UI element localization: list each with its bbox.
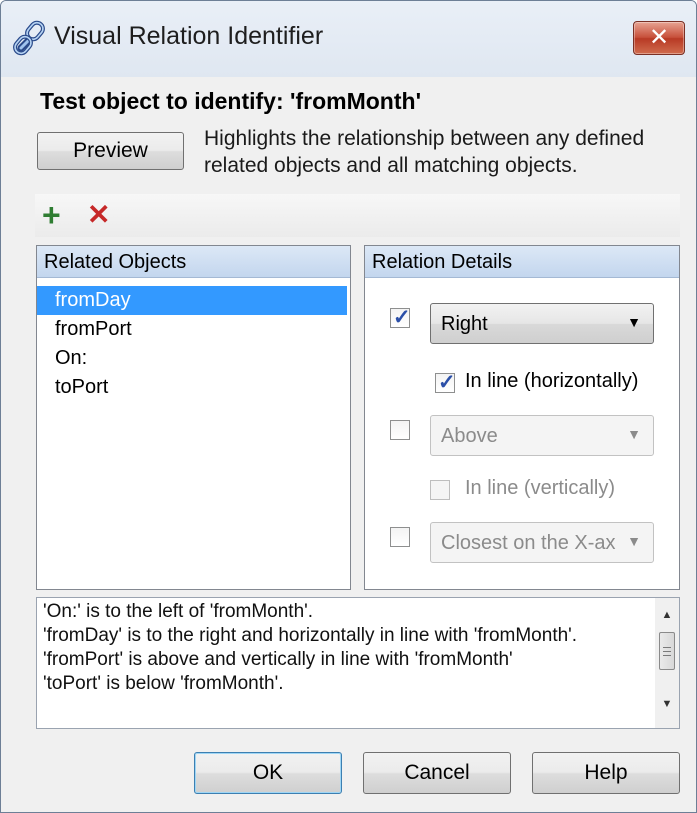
inline-vertically-checkbox[interactable] bbox=[430, 480, 450, 500]
list-item[interactable]: fromDay bbox=[37, 286, 347, 315]
cancel-button-label: Cancel bbox=[404, 761, 470, 784]
horizontal-relation-select[interactable]: Right ▼ bbox=[430, 303, 654, 344]
list-item[interactable]: toPort bbox=[37, 373, 347, 402]
checkmark-icon: ✓ bbox=[438, 371, 456, 394]
dialog-window: Visual Relation Identifier ✕ Test object… bbox=[0, 0, 697, 813]
summary-scrollbar[interactable]: ▲ ▼ bbox=[655, 598, 679, 728]
grip-line bbox=[663, 651, 671, 652]
closest-relation-checkbox[interactable] bbox=[390, 527, 410, 547]
summary-line: 'fromDay' is to the right and horizontal… bbox=[43, 625, 578, 646]
close-button[interactable]: ✕ bbox=[633, 21, 685, 55]
summary-line: 'toPort' is below 'fromMonth'. bbox=[43, 673, 284, 694]
horizontal-relation-checkbox[interactable]: ✓ bbox=[390, 306, 411, 329]
inline-vertically-label: In line (vertically) bbox=[465, 477, 616, 499]
checkmark-icon: ✓ bbox=[393, 306, 411, 329]
relation-details-panel: Relation Details ✓ Right ▼ ✓ In line (ho… bbox=[364, 245, 680, 590]
preview-button[interactable]: Preview bbox=[37, 132, 184, 170]
chevron-down-icon: ▼ bbox=[627, 426, 641, 442]
delete-icon[interactable]: ✕ bbox=[87, 198, 110, 232]
chevron-down-icon: ▼ bbox=[627, 314, 641, 330]
closest-relation-select[interactable]: Closest on the X-ax ▼ bbox=[430, 522, 654, 563]
title-bar[interactable]: Visual Relation Identifier ✕ bbox=[1, 1, 696, 77]
list-item[interactable]: On: bbox=[37, 344, 347, 373]
inline-horizontally-checkbox[interactable]: ✓ bbox=[435, 371, 456, 394]
relation-summary-textbox[interactable]: 'On:' is to the left of 'fromMonth'. 'fr… bbox=[36, 597, 680, 729]
related-objects-panel: Related Objects fromDay fromPort On: toP… bbox=[36, 245, 351, 590]
ok-button-label: OK bbox=[252, 761, 284, 784]
cancel-button[interactable]: Cancel bbox=[363, 752, 511, 794]
help-button-label: Help bbox=[584, 761, 628, 784]
ok-button[interactable]: OK bbox=[194, 752, 342, 794]
grip-line bbox=[663, 647, 671, 648]
inline-horizontally-label: In line (horizontally) bbox=[465, 370, 639, 392]
vertical-relation-checkbox[interactable] bbox=[390, 420, 410, 440]
chain-link-icon bbox=[13, 20, 45, 56]
vertical-relation-select[interactable]: Above ▼ bbox=[430, 415, 654, 456]
chevron-down-icon: ▼ bbox=[627, 533, 641, 549]
summary-line: 'fromPort' is above and vertically in li… bbox=[43, 649, 513, 670]
grip-line bbox=[663, 655, 671, 656]
preview-button-label: Preview bbox=[73, 139, 148, 162]
scroll-down-icon[interactable]: ▼ bbox=[655, 693, 679, 715]
relation-details-header: Relation Details bbox=[365, 246, 679, 278]
add-icon[interactable]: + bbox=[42, 198, 61, 232]
preview-description-line: related objects and all matching objects… bbox=[204, 154, 578, 177]
toolbar: + ✕ bbox=[35, 194, 680, 237]
window-title: Visual Relation Identifier bbox=[54, 22, 324, 50]
test-object-heading: Test object to identify: 'fromMonth' bbox=[40, 88, 422, 114]
closest-relation-value: Closest on the X-ax bbox=[441, 532, 616, 554]
scrollbar-thumb[interactable] bbox=[659, 632, 675, 670]
preview-description-line: Highlights the relationship between any … bbox=[204, 127, 645, 150]
list-item[interactable]: fromPort bbox=[37, 315, 347, 344]
horizontal-relation-value: Right bbox=[441, 313, 488, 335]
close-icon: ✕ bbox=[648, 23, 670, 51]
vertical-relation-value: Above bbox=[441, 425, 498, 447]
scroll-up-icon[interactable]: ▲ bbox=[655, 604, 679, 626]
preview-description: Highlights the relationship between any … bbox=[204, 125, 674, 179]
help-button[interactable]: Help bbox=[532, 752, 680, 794]
related-objects-header: Related Objects bbox=[37, 246, 350, 278]
summary-line: 'On:' is to the left of 'fromMonth'. bbox=[43, 601, 314, 622]
